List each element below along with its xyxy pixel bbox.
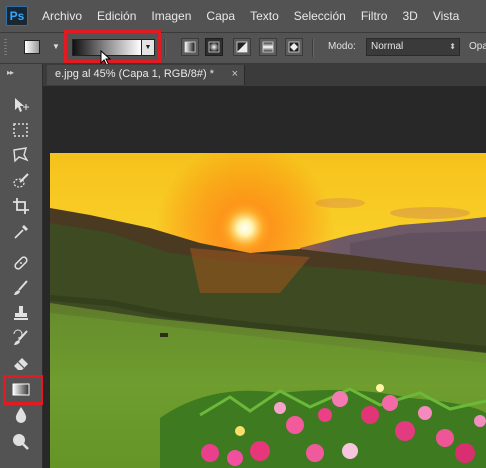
sunset-landscape-image (50, 153, 486, 468)
menu-bar: Ps Archivo Edición Imagen Capa Texto Sel… (0, 0, 486, 33)
eraser-icon[interactable] (10, 352, 32, 374)
tools-panel: ▸▸ (0, 64, 43, 468)
reflected-gradient-icon[interactable] (259, 38, 277, 56)
radial-gradient-icon[interactable] (205, 38, 223, 56)
opacity-label: Opa (469, 41, 486, 52)
menu-capa[interactable]: Capa (206, 9, 235, 23)
options-bar-grip[interactable] (4, 39, 7, 57)
diamond-gradient-icon[interactable] (285, 38, 303, 56)
options-separator (312, 39, 314, 57)
mode-label: Modo: (328, 41, 356, 52)
document-canvas-image[interactable] (50, 153, 486, 468)
menu-archivo[interactable]: Archivo (42, 9, 82, 23)
collapse-toolbar-icon[interactable]: ▸▸ (7, 68, 14, 77)
options-separator (164, 39, 166, 57)
brush-icon[interactable] (10, 277, 32, 299)
menu-edicion[interactable]: Edición (97, 9, 136, 23)
linear-gradient-icon[interactable] (181, 38, 199, 56)
gradient-tool-highlight (3, 375, 44, 405)
menu-seleccion[interactable]: Selección (294, 9, 346, 23)
crop-icon[interactable] (10, 195, 32, 217)
dodge-icon[interactable] (10, 430, 32, 452)
quick-selection-icon[interactable] (10, 170, 32, 192)
menu-imagen[interactable]: Imagen (151, 9, 191, 23)
document-tab[interactable]: e.jpg al 45% (Capa 1, RGB/8#) * × (47, 65, 245, 85)
history-brush-icon[interactable] (10, 327, 32, 349)
menu-vista[interactable]: Vista (433, 9, 459, 23)
move-icon[interactable] (10, 94, 32, 116)
document-tab-title: e.jpg al 45% (Capa 1, RGB/8#) * (55, 68, 214, 80)
marquee-icon[interactable] (10, 119, 32, 141)
tool-preset-dropdown-icon[interactable]: ▼ (52, 42, 60, 51)
eyedropper-icon[interactable] (10, 221, 32, 243)
menu-filtro[interactable]: Filtro (361, 9, 388, 23)
blur-icon[interactable] (10, 404, 32, 426)
lasso-icon[interactable] (10, 144, 32, 166)
gradient-picker-highlight (64, 30, 161, 63)
blend-mode-value: Normal (371, 41, 404, 52)
photoshop-logo: Ps (6, 6, 28, 26)
menu-3d[interactable]: 3D (402, 9, 417, 23)
spot-healing-icon[interactable] (10, 252, 32, 274)
select-arrows-icon: ⬍ (449, 42, 456, 51)
close-tab-icon[interactable]: × (232, 68, 238, 80)
angle-gradient-icon[interactable] (233, 38, 251, 56)
tool-preset-picker-icon[interactable] (24, 40, 40, 54)
menu-texto[interactable]: Texto (250, 9, 279, 23)
clone-stamp-icon[interactable] (10, 302, 32, 324)
blend-mode-select[interactable]: Normal ⬍ (366, 38, 460, 56)
